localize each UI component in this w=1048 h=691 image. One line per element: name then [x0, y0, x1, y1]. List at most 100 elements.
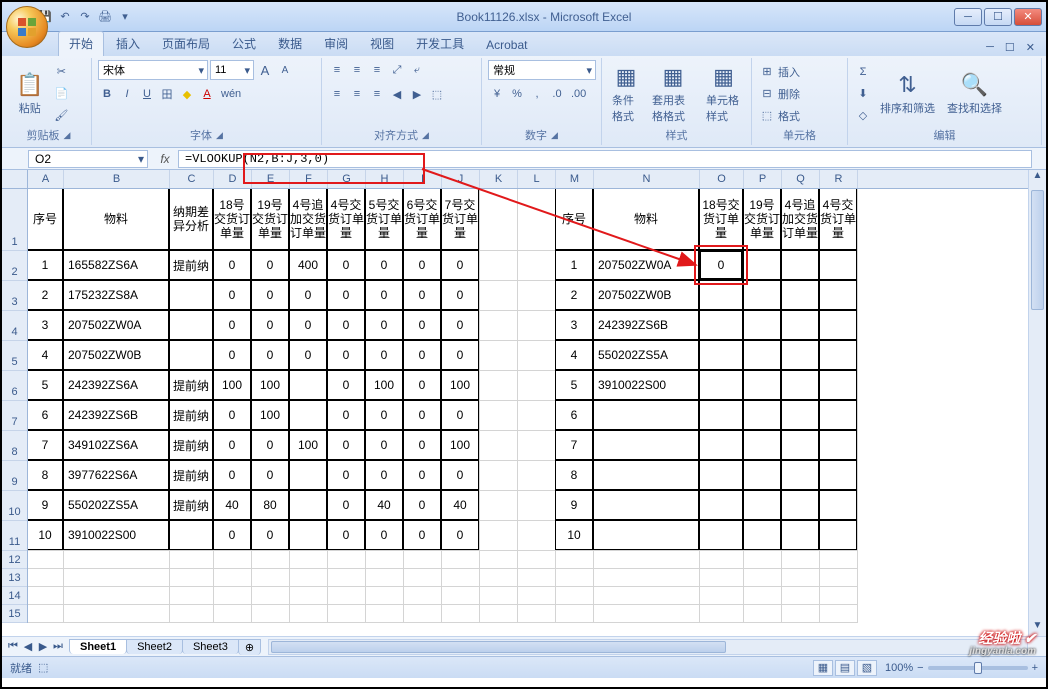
align-middle-button[interactable]: ≡	[348, 60, 366, 80]
cell-R4[interactable]	[819, 310, 857, 340]
cell-F6[interactable]	[289, 370, 327, 400]
cell-P11[interactable]	[743, 520, 781, 550]
col-header-Q[interactable]: Q	[782, 170, 820, 188]
cell-P1[interactable]: 19号交货订单量	[743, 189, 781, 250]
window-close-button[interactable]: ✕	[1014, 8, 1042, 26]
cell-E3[interactable]: 0	[251, 280, 289, 310]
cell-B9[interactable]: 3977622S6A	[63, 460, 169, 490]
cell-N15[interactable]	[594, 605, 700, 623]
cell-B1[interactable]: 物料	[63, 189, 169, 250]
col-header-I[interactable]: I	[404, 170, 442, 188]
cell-N6[interactable]: 3910022S00	[593, 370, 699, 400]
sheet-nav-prev[interactable]: ◀	[21, 640, 35, 653]
cell-D13[interactable]	[214, 569, 252, 587]
cell-E15[interactable]	[252, 605, 290, 623]
cell-C6[interactable]: 提前纳	[169, 370, 213, 400]
cell-G14[interactable]	[328, 587, 366, 605]
cell-G11[interactable]: 0	[327, 520, 365, 550]
cell-K12[interactable]	[480, 551, 518, 569]
cell-L6[interactable]	[518, 371, 556, 401]
cell-L11[interactable]	[518, 521, 556, 551]
cell-L8[interactable]	[518, 431, 556, 461]
cell-I11[interactable]: 0	[403, 520, 441, 550]
cell-N7[interactable]	[593, 400, 699, 430]
zoom-slider[interactable]	[928, 666, 1028, 670]
cell-F10[interactable]	[289, 490, 327, 520]
cell-K11[interactable]	[480, 521, 518, 551]
hscroll-thumb[interactable]	[271, 641, 726, 653]
cell-L5[interactable]	[518, 341, 556, 371]
cell-L4[interactable]	[518, 311, 556, 341]
cell-C9[interactable]: 提前纳	[169, 460, 213, 490]
row-header-2[interactable]: 2	[2, 251, 27, 281]
cell-N8[interactable]	[593, 430, 699, 460]
formula-bar[interactable]	[178, 150, 1032, 168]
autosum-button[interactable]: Σ	[854, 62, 872, 82]
zoom-in-button[interactable]: +	[1032, 662, 1038, 674]
cell-B7[interactable]: 242392ZS6B	[63, 400, 169, 430]
cell-C12[interactable]	[170, 551, 214, 569]
cell-I5[interactable]: 0	[403, 340, 441, 370]
cell-C11[interactable]	[169, 520, 213, 550]
cell-A5[interactable]: 4	[28, 340, 63, 370]
cell-J8[interactable]: 100	[441, 430, 479, 460]
cell-A10[interactable]: 9	[28, 490, 63, 520]
cell-O13[interactable]	[700, 569, 744, 587]
cell-J6[interactable]: 100	[441, 370, 479, 400]
cell-A8[interactable]: 7	[28, 430, 63, 460]
window-minimize-button[interactable]: ─	[954, 8, 982, 26]
cell-Q7[interactable]	[781, 400, 819, 430]
cell-A12[interactable]	[28, 551, 64, 569]
col-header-A[interactable]: A	[28, 170, 64, 188]
tab-home[interactable]: 开始	[58, 31, 104, 56]
cell-M4[interactable]: 3	[555, 310, 593, 340]
ribbon-minimize-button[interactable]: ─	[981, 39, 999, 56]
cell-H2[interactable]: 0	[365, 250, 403, 280]
cell-O6[interactable]	[699, 370, 743, 400]
cell-R3[interactable]	[819, 280, 857, 310]
cell-N9[interactable]	[593, 460, 699, 490]
cell-E4[interactable]: 0	[251, 310, 289, 340]
col-header-P[interactable]: P	[744, 170, 782, 188]
row-header-10[interactable]: 10	[2, 491, 27, 521]
cell-N13[interactable]	[594, 569, 700, 587]
cell-I3[interactable]: 0	[403, 280, 441, 310]
cell-C10[interactable]: 提前纳	[169, 490, 213, 520]
row-header-3[interactable]: 3	[2, 281, 27, 311]
cell-K5[interactable]	[480, 341, 518, 371]
format-cells-button[interactable]: ⬚	[758, 106, 776, 126]
tab-view[interactable]: 视图	[360, 32, 404, 56]
cell-R6[interactable]	[819, 370, 857, 400]
cell-R10[interactable]	[819, 490, 857, 520]
cell-O7[interactable]	[699, 400, 743, 430]
cell-J15[interactable]	[442, 605, 480, 623]
cell-D11[interactable]: 0	[213, 520, 251, 550]
cell-P2[interactable]	[743, 250, 781, 280]
wrap-text-button[interactable]: ⤶	[408, 60, 426, 80]
increase-indent-button[interactable]: ▶	[408, 84, 426, 104]
find-select-button[interactable]: 🔍查找和选择	[943, 70, 1006, 118]
cell-Q2[interactable]	[781, 250, 819, 280]
cell-B6[interactable]: 242392ZS6A	[63, 370, 169, 400]
cell-H4[interactable]: 0	[365, 310, 403, 340]
cell-N4[interactable]: 242392ZS6B	[593, 310, 699, 340]
cell-E5[interactable]: 0	[251, 340, 289, 370]
cell-F13[interactable]	[290, 569, 328, 587]
cell-N3[interactable]: 207502ZW0B	[593, 280, 699, 310]
paste-button[interactable]: 📋粘贴	[12, 70, 47, 118]
cell-C5[interactable]	[169, 340, 213, 370]
cell-D12[interactable]	[214, 551, 252, 569]
cell-I4[interactable]: 0	[403, 310, 441, 340]
cell-F1[interactable]: 4号追加交货订单量	[289, 189, 327, 250]
cell-Q1[interactable]: 4号追加交货订单量	[781, 189, 819, 250]
formula-input[interactable]	[179, 152, 1031, 166]
merge-button[interactable]: ⬚	[428, 84, 446, 104]
sheet-tab-new[interactable]: ⊕	[238, 639, 261, 655]
fill-color-button[interactable]: ◆	[178, 84, 196, 104]
cell-R5[interactable]	[819, 340, 857, 370]
cell-B11[interactable]: 3910022S00	[63, 520, 169, 550]
cell-D7[interactable]: 0	[213, 400, 251, 430]
cell-F8[interactable]: 100	[289, 430, 327, 460]
cell-J12[interactable]	[442, 551, 480, 569]
cell-B10[interactable]: 550202ZS5A	[63, 490, 169, 520]
